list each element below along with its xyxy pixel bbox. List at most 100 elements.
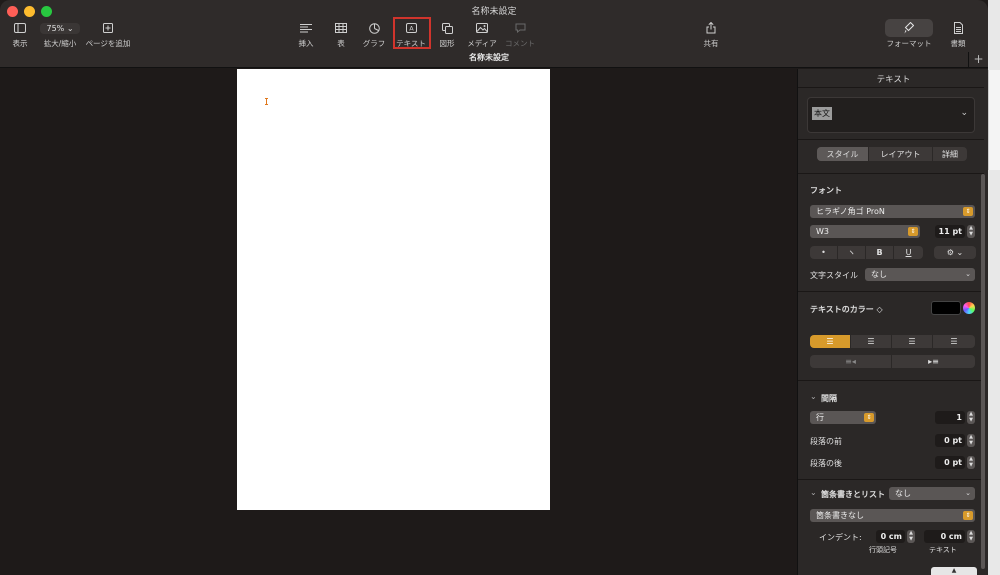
shape-icon [441, 20, 453, 36]
divider [798, 173, 984, 174]
document-tab[interactable]: 名称未設定 [0, 52, 988, 68]
insert-list-icon [300, 20, 312, 36]
divider [798, 139, 984, 140]
collapse-tab[interactable]: ▲ [931, 567, 977, 575]
alignment-buttons: ☰ ☰ ☰ ☰ [810, 335, 975, 348]
line-spacing-stepper[interactable]: ▲ ▼ [967, 411, 975, 424]
after-paragraph-stepper[interactable]: ▲ ▼ [967, 456, 975, 469]
align-left-button[interactable]: ☰ [810, 335, 851, 348]
up-down-arrows-icon: ⇕ [864, 413, 874, 422]
font-style-buttons: • ヽ B U [810, 246, 923, 259]
align-right-button[interactable]: ☰ [892, 335, 933, 348]
increase-indent-button[interactable]: ▸≡ [892, 355, 975, 368]
photo-icon [476, 20, 488, 36]
paragraph-style-value: 本文 [812, 107, 832, 120]
line-spacing-field[interactable]: 1 [935, 411, 965, 424]
insert-label: 挿入 [298, 39, 314, 48]
color-wheel-icon[interactable] [963, 302, 975, 314]
new-tab-button[interactable]: + [968, 52, 988, 68]
font-size-stepper[interactable]: ▲ ▼ [967, 225, 975, 238]
document-tab-title: 名称未設定 [469, 53, 509, 62]
document-button[interactable]: 書類 [933, 20, 983, 49]
align-center-button[interactable]: ☰ [851, 335, 892, 348]
text-indent-stepper[interactable]: ▲ ▼ [967, 530, 975, 543]
chevron-down-icon: ⌄ [66, 23, 74, 33]
character-style-value: なし [871, 270, 887, 279]
before-paragraph-stepper[interactable]: ▲ ▼ [967, 434, 975, 447]
chevron-down-icon: ⌄ [965, 270, 971, 278]
spacing-header: 間隔 [821, 394, 837, 403]
font-section-header: フォント [810, 186, 842, 195]
bullet-indent-stepper[interactable]: ▲ ▼ [907, 530, 915, 543]
desktop-background [988, 0, 1000, 575]
comment-icon [515, 20, 526, 36]
document-canvas[interactable] [0, 69, 797, 575]
inspector-tabs: スタイル レイアウト 詳細 [817, 147, 967, 161]
zoom-value: 75% ⌄ [40, 22, 80, 34]
indent-buttons: ≡◂ ▸≡ [810, 355, 975, 368]
zoom-label: 拡大/縮小 [43, 39, 77, 48]
chevron-down-icon: ⌄ [960, 108, 968, 118]
share-button[interactable]: 共有 [686, 20, 736, 49]
line-spacing-popup[interactable]: 行 ⇕ [810, 411, 876, 424]
format-button[interactable]: フォーマット [884, 20, 934, 49]
character-style-popup[interactable]: なし ⌄ [865, 268, 975, 281]
underline-button[interactable]: U [894, 246, 923, 259]
after-paragraph-label: 段落の後 [810, 459, 842, 468]
chart-icon [368, 20, 380, 36]
justify-button[interactable]: ☰ [933, 335, 975, 348]
format-label: フォーマット [886, 39, 932, 48]
font-weight-popup[interactable]: W3 ⇕ [810, 225, 920, 238]
tab-style[interactable]: スタイル [817, 147, 869, 161]
bold-button[interactable]: B [866, 246, 894, 259]
gear-menu-icon: ⚙ ⌄ [946, 248, 964, 257]
document-page[interactable] [237, 69, 550, 510]
bullets-type-value: なし [895, 489, 911, 498]
view-label: 表示 [12, 39, 28, 48]
chart-label: グラフ [362, 39, 386, 48]
divider [798, 380, 984, 381]
after-paragraph-field[interactable]: 0 pt [935, 456, 965, 469]
document-icon [953, 20, 963, 36]
character-style-label: 文字スタイル [810, 271, 858, 280]
divider [798, 291, 984, 292]
paintbrush-icon [904, 20, 914, 36]
bullet-dot-button[interactable]: • [810, 246, 838, 259]
add-page-button[interactable]: ページを追加 [83, 20, 133, 49]
font-family-value: ヒラギノ角ゴ ProN [816, 207, 885, 216]
divider [798, 479, 984, 480]
table-icon [335, 20, 347, 36]
bullets-type-popup[interactable]: なし ⌄ [889, 487, 975, 500]
indent-label: インデント: [819, 533, 862, 542]
italic-button[interactable]: ヽ [838, 246, 866, 259]
text-indent-field[interactable]: 0 cm [924, 530, 965, 543]
inspector-scrollbar[interactable] [981, 174, 985, 569]
bullet-indent-field[interactable]: 0 cm [876, 530, 905, 543]
divider [798, 87, 984, 88]
bullet-indent-caption: 行頭記号 [869, 546, 897, 554]
font-family-popup[interactable]: ヒラギノ角ゴ ProN ⇕ [810, 205, 975, 218]
zoom-button[interactable]: 75% ⌄ 拡大/縮小 [35, 20, 85, 49]
tab-more[interactable]: 詳細 [933, 147, 967, 161]
add-page-icon [103, 20, 113, 36]
up-down-arrows-icon: ⇕ [908, 227, 918, 236]
decrease-indent-button[interactable]: ≡◂ [810, 355, 892, 368]
comment-label: コメント [505, 39, 535, 48]
paragraph-style-selector[interactable]: 本文 ⌄ [807, 97, 975, 133]
bullets-preset-popup[interactable]: 箇条書きなし ⇕ [810, 509, 975, 522]
before-paragraph-field[interactable]: 0 pt [935, 434, 965, 447]
shape-label: 図形 [439, 39, 455, 48]
line-spacing-mode: 行 [816, 413, 824, 422]
chevron-down-icon[interactable]: ⌄ [810, 392, 817, 401]
chevron-down-icon[interactable]: ⌄ [810, 488, 817, 497]
text-options-button[interactable]: ⚙ ⌄ [934, 246, 976, 259]
share-icon [706, 20, 716, 36]
desktop-window-edge [988, 70, 1000, 170]
comment-button[interactable]: コメント [495, 20, 545, 49]
text-color-well[interactable] [931, 301, 961, 315]
inspector-title: テキスト [876, 75, 911, 85]
format-inspector: テキスト 本文 ⌄ スタイル レイアウト 詳細 フォント ヒラギノ角ゴ ProN… [797, 69, 988, 575]
before-paragraph-label: 段落の前 [810, 437, 842, 446]
font-size-field[interactable]: 11 pt [935, 225, 965, 238]
tab-layout[interactable]: レイアウト [869, 147, 933, 161]
